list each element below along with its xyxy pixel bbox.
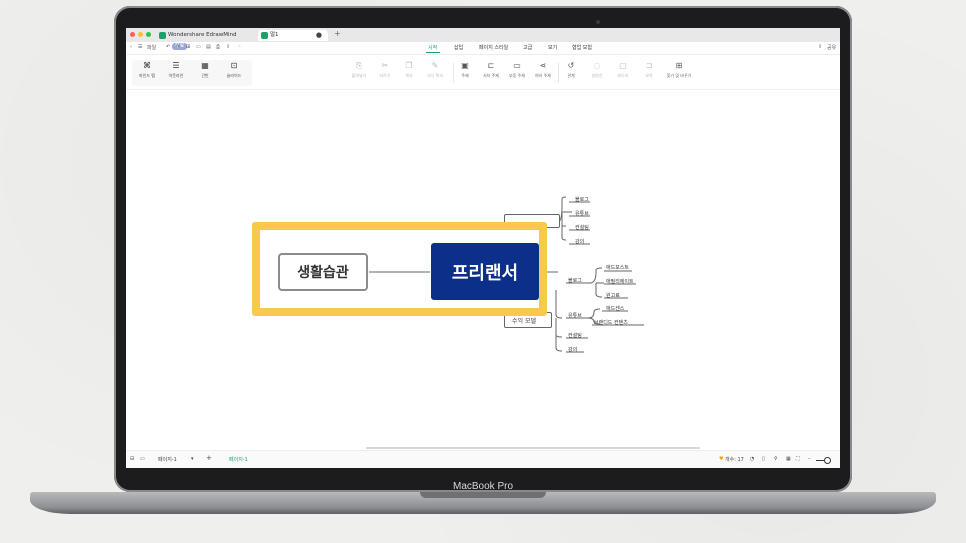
leaf-adpost[interactable]: 애드포스트 (606, 264, 629, 271)
branch-consulting[interactable]: 컨설팅 (568, 332, 582, 339)
branch-youtube[interactable]: 유튜브 (568, 312, 582, 319)
leaf-manuscript-fee[interactable]: 원고료 (606, 292, 620, 299)
leaf-branded-content[interactable]: 브랜디드 컨텐츠 (594, 319, 628, 326)
leaf-consulting[interactable]: 컨설팅 (575, 224, 589, 231)
revenue-model-label: 수익 모델 (512, 318, 536, 325)
central-topic-node[interactable]: 프리랜서 (431, 243, 539, 300)
leaf-lecture[interactable]: 강의 (575, 238, 584, 245)
leaf-youtube[interactable]: 유튜브 (575, 210, 589, 217)
leaf-adsense[interactable]: 애드센스 (606, 305, 624, 312)
leaf-affiliate[interactable]: 애필리에이트 (606, 278, 634, 285)
branch-blog[interactable]: 블로그 (568, 277, 582, 284)
leaf-blog[interactable]: 블로그 (575, 196, 589, 203)
branch-lecture[interactable]: 강의 (568, 346, 577, 353)
habit-topic-node[interactable]: 생활습관 (278, 253, 368, 291)
